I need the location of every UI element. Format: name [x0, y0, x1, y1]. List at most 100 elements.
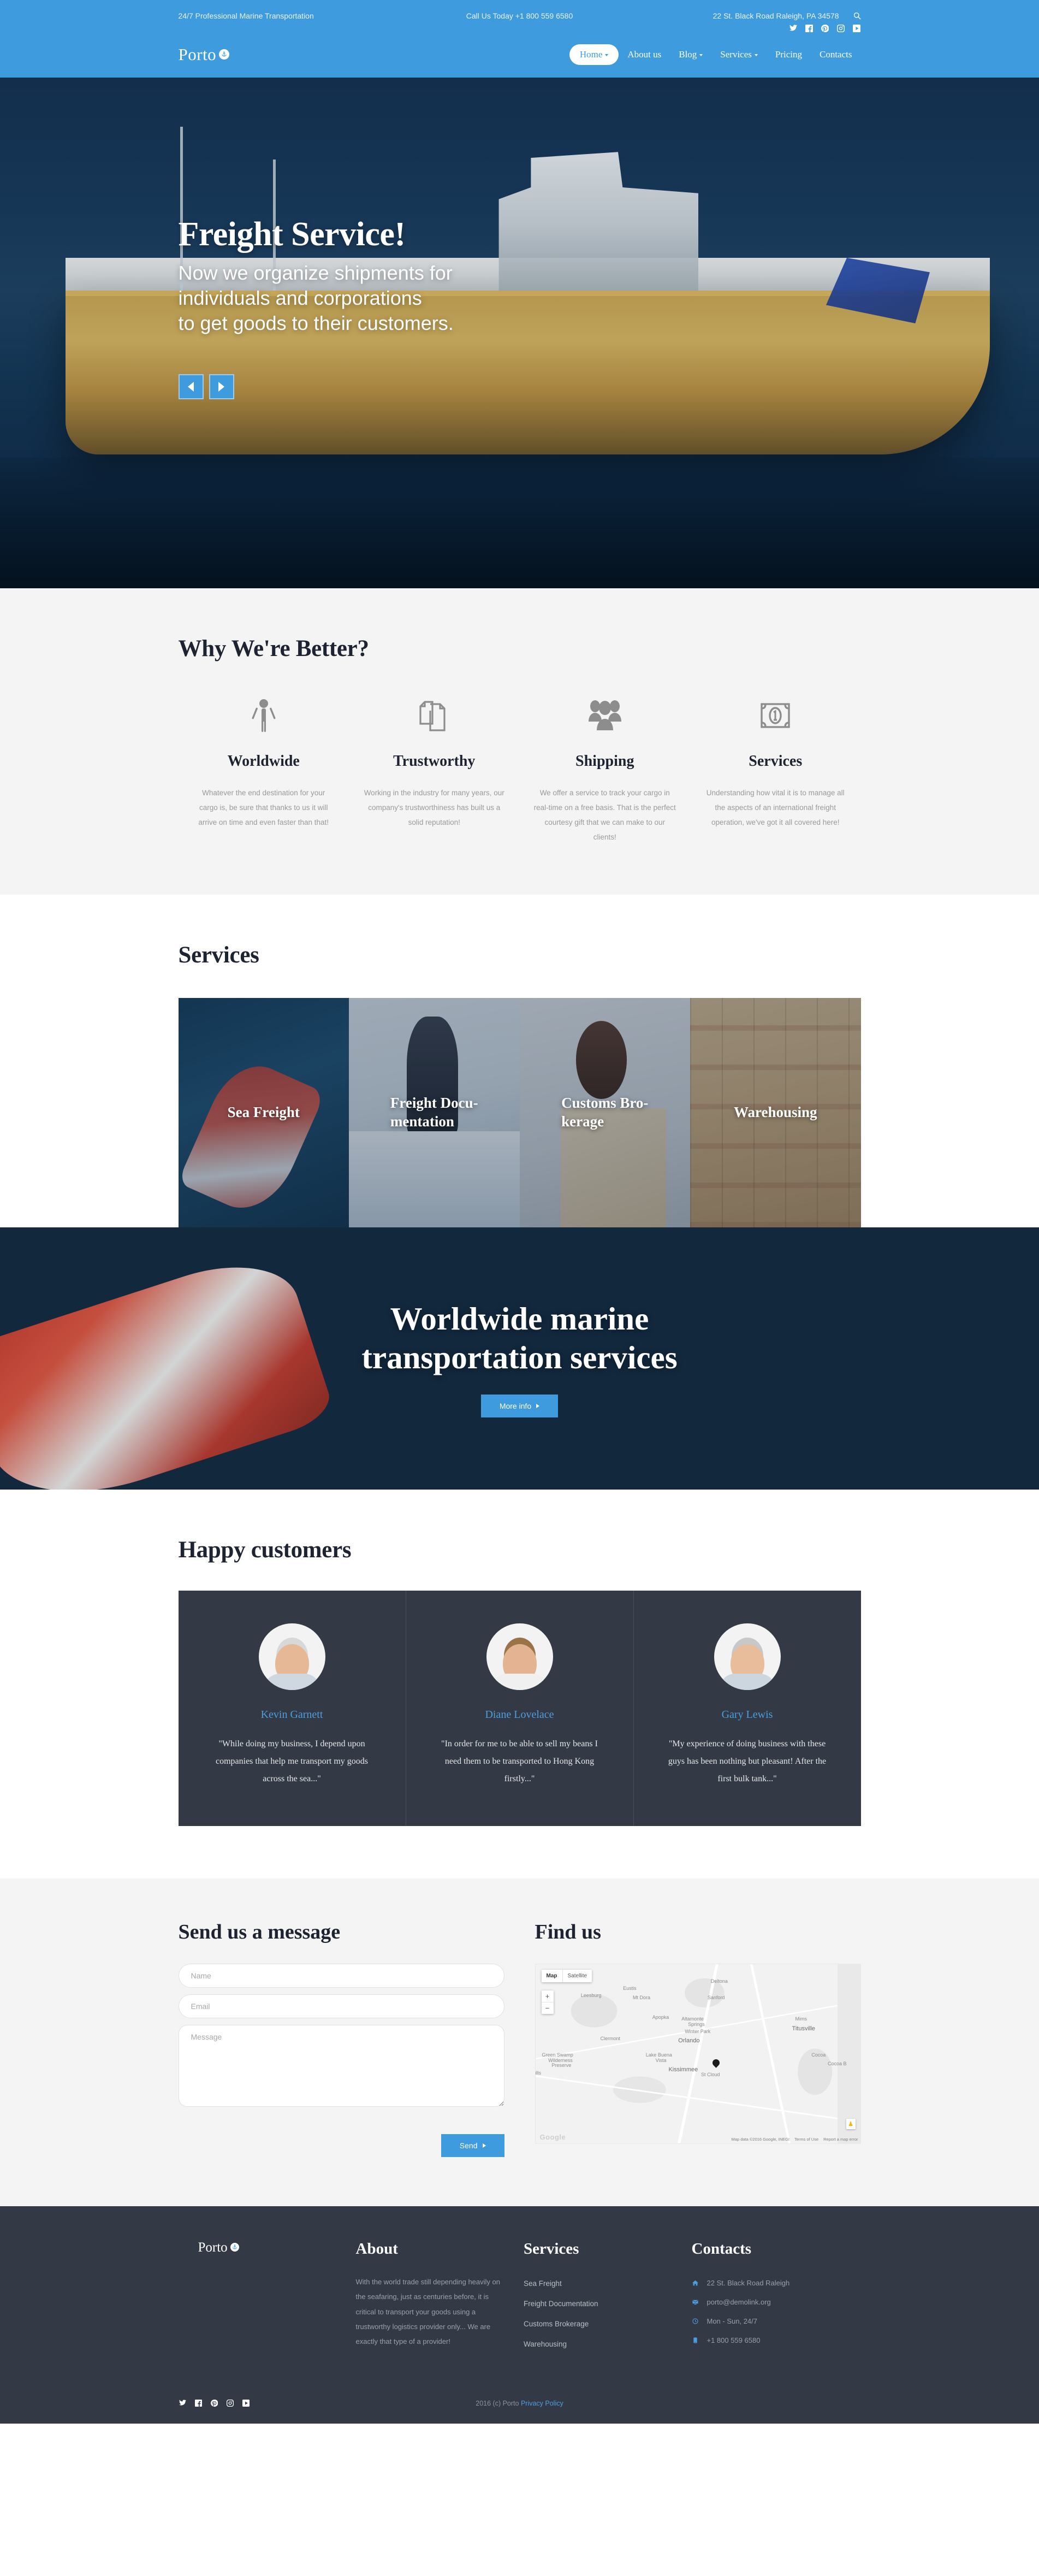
footer-link-freight-documentation[interactable]: Freight Documentation	[524, 2294, 675, 2314]
map-place-label: Winter Park	[685, 2029, 711, 2035]
banner-title-line-1: Worldwide marine	[390, 1301, 649, 1337]
zoom-in-button[interactable]: +	[541, 1990, 554, 2002]
footer-link-warehousing[interactable]: Warehousing	[524, 2334, 675, 2354]
facebook-icon[interactable]	[194, 2399, 203, 2407]
footer-logo-text: Porto	[198, 2240, 228, 2255]
parallax-banner: Worldwide marine transportation services…	[0, 1227, 1039, 1490]
message-textarea[interactable]	[178, 2025, 504, 2107]
service-card-warehousing[interactable]: Warehousing	[690, 998, 861, 1227]
feature-card-services: Services Understanding how vital it is t…	[690, 690, 861, 844]
map-type-satellite-button[interactable]: Satellite	[562, 1970, 592, 1982]
street-view-pegman-icon[interactable]: ♟	[846, 2119, 856, 2129]
footer-about-title: About	[355, 2240, 398, 2258]
pinterest-icon[interactable]	[210, 2399, 218, 2407]
terms-of-use-link[interactable]: Terms of Use	[794, 2137, 818, 2142]
site-logo[interactable]: Porto	[179, 45, 230, 64]
chevron-down-icon	[605, 54, 609, 56]
testimonial-quote: "My experience of doing business with th…	[668, 1739, 827, 1783]
map-type-control: Map Satellite	[541, 1970, 592, 1982]
nav-item-home[interactable]: Home	[569, 44, 619, 65]
service-label: Sea Freight	[227, 1104, 300, 1121]
clock-icon	[692, 2318, 699, 2324]
carousel-next-button[interactable]	[209, 374, 234, 400]
map-place-label: Deltona	[710, 1978, 728, 1984]
map-place-label: Cocoa	[811, 2052, 826, 2058]
site-header: Porto Home About us Blog Services Pricin…	[0, 24, 1039, 78]
logo-text: Porto	[178, 45, 217, 64]
instagram-icon[interactable]	[837, 24, 845, 32]
more-info-button[interactable]: More info	[480, 1394, 559, 1417]
nav-item-blog[interactable]: Blog	[670, 45, 711, 64]
nav-label: Pricing	[775, 49, 802, 60]
service-card-sea-freight[interactable]: Sea Freight	[178, 998, 349, 1227]
feature-name: Trustworthy	[393, 753, 476, 770]
map-type-map-button[interactable]: Map	[541, 1970, 562, 1982]
nav-item-services[interactable]: Services	[711, 45, 767, 64]
testimonial-card: Diane Lovelace "In order for me to be ab…	[406, 1591, 634, 1826]
footer-services-title: Services	[524, 2240, 579, 2258]
avatar	[486, 1623, 553, 1690]
service-card-customs-brokerage[interactable]: Customs Bro- kerage	[519, 998, 690, 1227]
footer-logo[interactable]: Porto	[179, 2240, 356, 2255]
nav-item-contacts[interactable]: Contacts	[811, 45, 861, 64]
google-map[interactable]: Map Satellite + − Deltona Eustis Leesburg M…	[535, 1964, 861, 2144]
nav-item-about-us[interactable]: About us	[619, 45, 670, 64]
hero-title: Freight Service!	[178, 216, 406, 253]
footer-link-sea-freight[interactable]: Sea Freight	[524, 2273, 675, 2294]
banner-title-line-2: transportation services	[361, 1339, 678, 1375]
service-label: Warehousing	[733, 1104, 817, 1121]
youtube-icon[interactable]	[242, 2399, 250, 2407]
pinterest-icon[interactable]	[821, 24, 829, 32]
section-title-testimonials: Happy customers	[178, 1537, 352, 1563]
twitter-icon[interactable]	[179, 2399, 187, 2407]
anchor-icon	[219, 49, 230, 60]
find-us-column: Find us Map Satellite + − Deltona Eustis L…	[535, 1920, 861, 2157]
footer-contact-text: +1 800 559 6580	[706, 2336, 761, 2344]
feature-text: Whatever the end destination for your ca…	[198, 789, 329, 826]
instagram-icon[interactable]	[226, 2399, 234, 2407]
testimonial-author[interactable]: Gary Lewis	[662, 1709, 833, 1721]
hero-subtitle-line-1: Now we organize shipments for	[178, 262, 453, 284]
feature-card-shipping: Shipping We offer a service to track you…	[520, 690, 691, 844]
search-icon[interactable]	[853, 12, 861, 20]
map-place-label: St Cloud	[700, 2071, 720, 2077]
copyright: 2016 (c) Porto Privacy Policy	[476, 2400, 563, 2407]
carousel-prev-button[interactable]	[178, 374, 204, 400]
map-place-label: ills	[535, 2070, 542, 2076]
twitter-icon[interactable]	[789, 24, 798, 32]
footer-contact-text: 22 St. Black Road Raleigh	[706, 2279, 790, 2287]
feature-text: Understanding how vital it is to manage …	[706, 789, 845, 826]
copyright-text: 2016 (c) Porto	[476, 2399, 521, 2407]
home-icon	[692, 2280, 699, 2286]
footer-services-column: Services Sea Freight Freight Documentati…	[524, 2240, 692, 2354]
section-title-services: Services	[178, 942, 259, 968]
footer-contact-hours: Mon - Sun, 24/7	[692, 2312, 844, 2331]
footer-link-customs-brokerage[interactable]: Customs Brokerage	[524, 2314, 675, 2334]
testimonial-author[interactable]: Diane Lovelace	[435, 1709, 605, 1721]
map-zoom-control: + −	[541, 1990, 554, 2014]
map-place-label: Altamonte	[681, 2016, 704, 2022]
hero-subtitle-line-3: to get goods to their customers.	[178, 312, 454, 335]
privacy-policy-link[interactable]: Privacy Policy	[521, 2400, 563, 2407]
documents-icon	[363, 690, 506, 741]
map-place-label: Apopka	[652, 2014, 669, 2020]
service-card-freight-documentation[interactable]: Freight Docu- mentation	[349, 998, 520, 1227]
email-input[interactable]	[178, 1994, 504, 2018]
chevron-right-icon	[218, 382, 224, 392]
report-map-error-link[interactable]: Report a map error	[823, 2137, 858, 2142]
why-were-better-section: Why We're Better? Worldwide Whatever the…	[0, 588, 1039, 895]
facebook-icon[interactable]	[805, 24, 814, 32]
contact-section: Send us a message Send Find us M	[0, 1878, 1039, 2206]
feature-card-trustworthy: Trustworthy Working in the industry for …	[349, 690, 520, 844]
site-footer: Porto About With the world trade still d…	[0, 2206, 1039, 2424]
footer-logo-column: Porto	[179, 2240, 356, 2354]
name-input[interactable]	[178, 1964, 504, 1988]
footer-contact-text[interactable]: porto@demolink.org	[707, 2298, 771, 2306]
testimonial-author[interactable]: Kevin Garnett	[207, 1709, 377, 1721]
send-button[interactable]: Send	[441, 2134, 504, 2157]
button-label: Send	[459, 2141, 478, 2150]
zoom-out-button[interactable]: −	[542, 2002, 554, 2014]
mail-icon	[692, 2299, 699, 2305]
youtube-icon[interactable]	[853, 24, 861, 32]
nav-item-pricing[interactable]: Pricing	[767, 45, 811, 64]
